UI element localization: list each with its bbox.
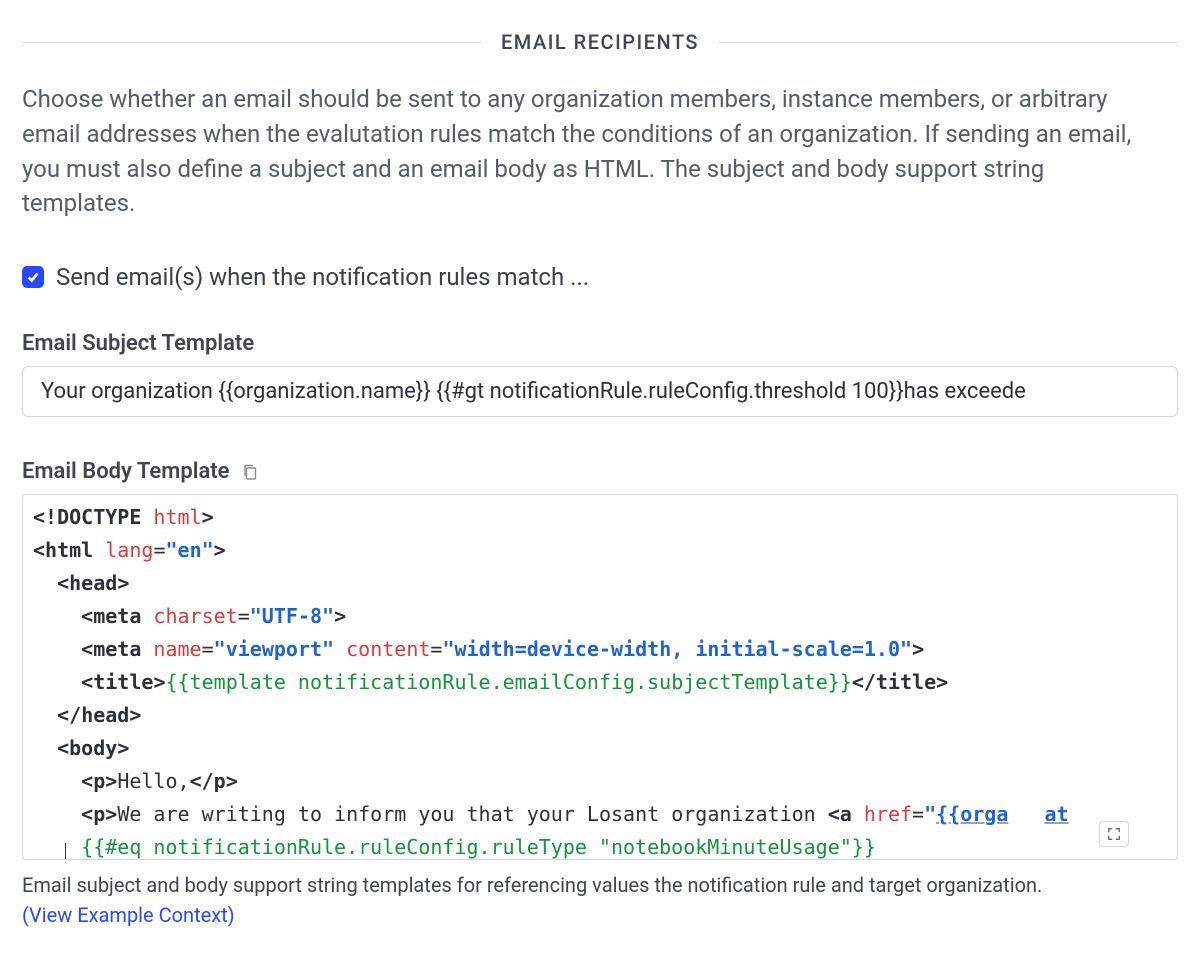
help-text: Email subject and body support string te… <box>22 870 1178 930</box>
email-subject-label: Email Subject Template <box>22 331 1178 356</box>
help-text-copy: Email subject and body support string te… <box>22 873 1042 897</box>
fullscreen-button[interactable] <box>1099 821 1129 847</box>
view-example-context-link[interactable]: (View Example Context) <box>22 903 235 927</box>
email-body-label: Email Body Template <box>22 459 1178 484</box>
editor-cursor <box>65 843 66 859</box>
divider-line-left <box>22 42 481 43</box>
send-email-checkbox-label: Send email(s) when the notification rule… <box>56 263 589 291</box>
section-intro: Choose whether an email should be sent t… <box>22 82 1162 221</box>
section-title: EMAIL RECIPIENTS <box>501 30 699 54</box>
email-subject-input[interactable] <box>22 366 1178 417</box>
email-body-label-text: Email Body Template <box>22 459 229 484</box>
email-body-editor[interactable]: <!DOCTYPE html> <html lang="en"> <head> … <box>22 494 1178 860</box>
copy-icon[interactable] <box>241 463 259 481</box>
divider-line-right <box>719 42 1178 43</box>
section-divider: EMAIL RECIPIENTS <box>22 30 1178 54</box>
send-email-checkbox[interactable] <box>22 266 44 288</box>
fullscreen-icon <box>1107 827 1121 841</box>
email-body-code[interactable]: <!DOCTYPE html> <html lang="en"> <head> … <box>23 495 1177 859</box>
send-email-checkbox-row[interactable]: Send email(s) when the notification rule… <box>22 263 1178 291</box>
check-icon <box>26 270 40 284</box>
editor-scrollbar[interactable] <box>1139 495 1177 859</box>
